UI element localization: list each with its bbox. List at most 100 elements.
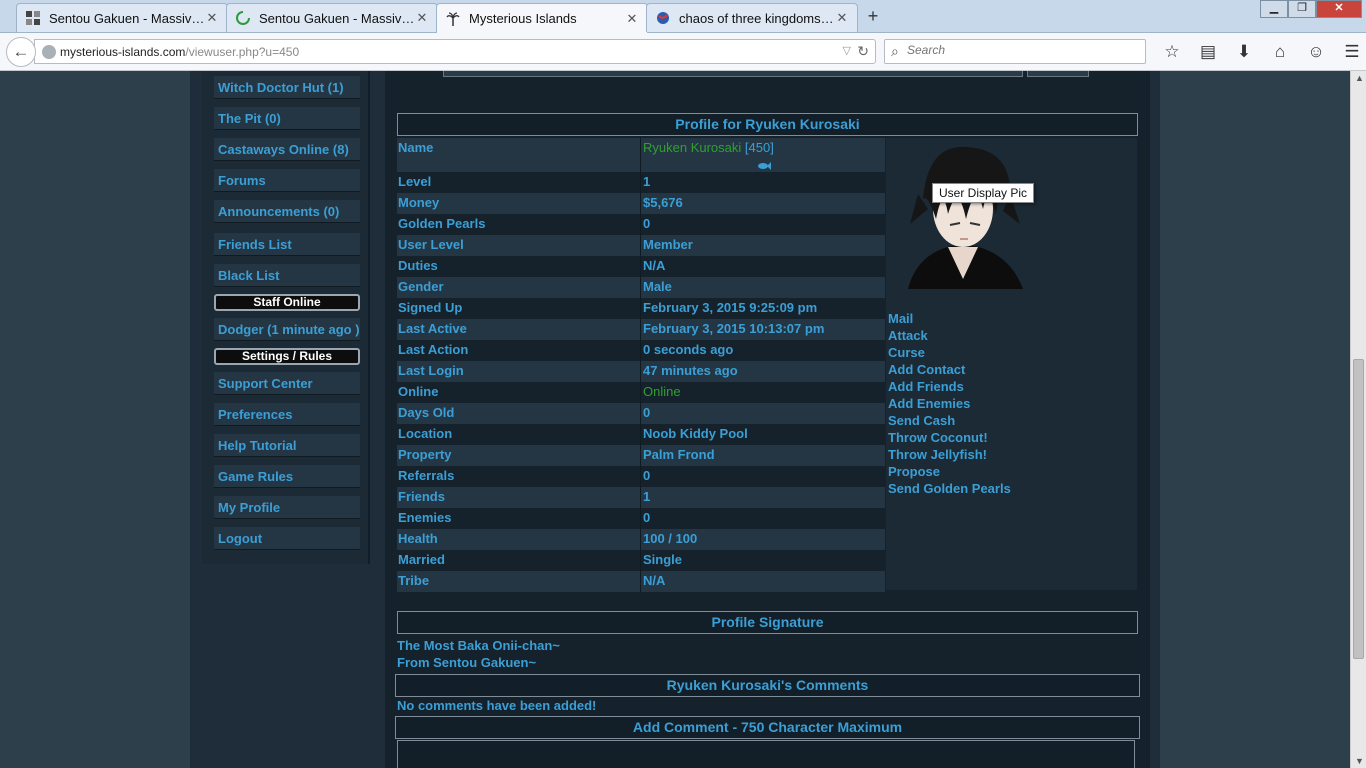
sidebar-item-logout[interactable]: Logout: [214, 527, 360, 550]
main-content: Profile for Ryuken Kurosaki Name Ryuken …: [385, 71, 1150, 768]
url-dropdown-icon[interactable]: ▽: [843, 44, 851, 57]
profile-user-id: [450]: [744, 140, 774, 155]
url-domain: mysterious-islands.com: [60, 45, 186, 59]
table-row: Enemies 0: [397, 508, 885, 529]
home-icon[interactable]: ⌂: [1262, 42, 1298, 62]
staff-online-header: Staff Online: [214, 294, 360, 311]
tab-sentou-2[interactable]: Sentou Gakuen - Massive ... ✕: [226, 3, 438, 32]
action-throw-jellyfish-link[interactable]: Throw Jellyfish!: [888, 447, 1011, 464]
action-send-golden-pearls-link[interactable]: Send Golden Pearls: [888, 481, 1011, 498]
sidebar-item-support-center[interactable]: Support Center: [214, 372, 360, 395]
chat-icon[interactable]: ☺: [1298, 42, 1334, 62]
profile-signature-title: Profile Signature: [397, 611, 1138, 634]
field-label: User Level: [398, 237, 464, 252]
sidebar-item-staff-dodger[interactable]: Dodger (1 minute ago ): [214, 318, 360, 341]
field-value: N/A: [643, 573, 666, 588]
sidebar-item-friends-list[interactable]: Friends List: [214, 233, 360, 256]
close-tab-icon[interactable]: ✕: [205, 10, 219, 26]
window-controls: ▁ ❐ ✕: [1260, 0, 1362, 18]
close-tab-icon[interactable]: ✕: [415, 10, 429, 26]
field-value: February 3, 2015 10:13:07 pm: [643, 321, 825, 336]
bookmark-star-icon[interactable]: ☆: [1154, 42, 1190, 62]
field-label: Last Action: [398, 342, 469, 357]
close-window-button[interactable]: ✕: [1316, 0, 1362, 18]
close-tab-icon[interactable]: ✕: [625, 11, 639, 27]
field-value: 0: [643, 468, 651, 483]
action-add-enemies-link[interactable]: Add Enemies: [888, 396, 1011, 413]
table-row: Married Single: [397, 550, 885, 571]
scrollbar-thumb[interactable]: [1353, 359, 1364, 659]
url-path: /viewuser.php?u=450: [185, 45, 300, 59]
table-row: Property Palm Frond: [397, 445, 885, 466]
table-row: Signed Up February 3, 2015 9:25:09 pm: [397, 298, 885, 319]
field-label: Married: [398, 552, 445, 567]
table-row: Friends 1: [397, 487, 885, 508]
maximize-button[interactable]: ❐: [1288, 0, 1316, 18]
scroll-up-arrow-icon[interactable]: ▲: [1355, 73, 1364, 83]
tab-chaos-three-kingdoms[interactable]: chaos of three kingdoms b... ✕: [646, 3, 858, 32]
palm-tree-icon: [445, 11, 461, 27]
menu-icon[interactable]: ☰: [1334, 42, 1366, 62]
action-curse-link[interactable]: Curse: [888, 345, 1011, 362]
sidebar-item-forums[interactable]: Forums: [214, 169, 360, 192]
site-info-icon[interactable]: [42, 45, 56, 59]
profile-name-link[interactable]: Ryuken Kurosaki: [643, 140, 741, 155]
field-label: Gender: [398, 279, 444, 294]
tab-sentou-1[interactable]: Sentou Gakuen - Massive ... ✕: [16, 3, 228, 32]
table-row: Golden Pearls 0: [397, 214, 885, 235]
action-throw-coconut-link[interactable]: Throw Coconut!: [888, 430, 1011, 447]
tab-mysterious-islands[interactable]: Mysterious Islands ✕: [436, 3, 648, 33]
minimize-button[interactable]: ▁: [1260, 0, 1288, 18]
table-row: Duties N/A: [397, 256, 885, 277]
field-label: Referrals: [398, 468, 455, 483]
action-propose-link[interactable]: Propose: [888, 464, 1011, 481]
field-value: Member: [643, 237, 693, 252]
action-mail-link[interactable]: Mail: [888, 311, 1011, 328]
table-row: Level 1: [397, 172, 885, 193]
avatar-tooltip: User Display Pic: [932, 183, 1035, 203]
profile-side-panel: Mail Attack Curse Add Contact Add Friend…: [886, 138, 1137, 590]
signature-line: The Most Baka Onii-chan~: [397, 638, 560, 653]
table-row: Last Action 0 seconds ago: [397, 340, 885, 361]
field-value: Single: [643, 552, 683, 567]
sidebar-item-the-pit[interactable]: The Pit (0): [214, 107, 360, 130]
action-add-contact-link[interactable]: Add Contact: [888, 362, 1011, 379]
sidebar-item-help-tutorial[interactable]: Help Tutorial: [214, 434, 360, 457]
sidebar-item-black-list[interactable]: Black List: [214, 264, 360, 287]
page-content: Witch Doctor Hut (1) The Pit (0) Castawa…: [0, 71, 1350, 768]
field-value: 100 / 100: [643, 531, 698, 546]
sidebar-item-preferences[interactable]: Preferences: [214, 403, 360, 426]
action-attack-link[interactable]: Attack: [888, 328, 1011, 345]
search-input[interactable]: [907, 43, 1137, 57]
url-bar[interactable]: mysterious-islands.com/viewuser.php?u=45…: [34, 39, 876, 64]
comment-textarea[interactable]: [397, 740, 1135, 768]
scroll-down-arrow-icon[interactable]: ▼: [1355, 756, 1364, 766]
new-tab-button[interactable]: +: [862, 6, 884, 28]
action-send-cash-link[interactable]: Send Cash: [888, 413, 1011, 430]
field-value: 1: [643, 489, 651, 504]
top-submit-button[interactable]: [1027, 71, 1089, 77]
settings-rules-header: Settings / Rules: [214, 348, 360, 365]
field-label: Property: [398, 447, 452, 462]
profile-signature: The Most Baka Onii-chan~ From Sentou Gak…: [397, 637, 560, 671]
comments-title: Ryuken Kurosaki's Comments: [395, 674, 1140, 697]
field-value: 0: [643, 510, 651, 525]
close-tab-icon[interactable]: ✕: [835, 10, 849, 26]
sidebar-item-my-profile[interactable]: My Profile: [214, 496, 360, 519]
sidebar-item-castaways-online[interactable]: Castaways Online (8): [214, 138, 360, 161]
search-box[interactable]: ⌕: [884, 39, 1146, 64]
back-button[interactable]: ←: [6, 37, 36, 67]
field-label: Level: [398, 174, 432, 189]
add-comment-title: Add Comment - 750 Character Maximum: [395, 716, 1140, 739]
reading-list-icon[interactable]: ▤: [1190, 42, 1226, 62]
top-search-field[interactable]: [443, 71, 1023, 77]
page-scrollbar[interactable]: ▲ ▼: [1350, 71, 1366, 768]
field-value: 0: [643, 405, 651, 420]
download-icon[interactable]: ⬇: [1226, 42, 1262, 62]
field-label: Duties: [398, 258, 438, 273]
sidebar-item-witch-doctor-hut[interactable]: Witch Doctor Hut (1): [214, 76, 360, 99]
sidebar-item-game-rules[interactable]: Game Rules: [214, 465, 360, 488]
reload-icon[interactable]: ↻: [857, 43, 869, 60]
sidebar-item-announcements[interactable]: Announcements (0): [214, 200, 360, 223]
action-add-friends-link[interactable]: Add Friends: [888, 379, 1011, 396]
